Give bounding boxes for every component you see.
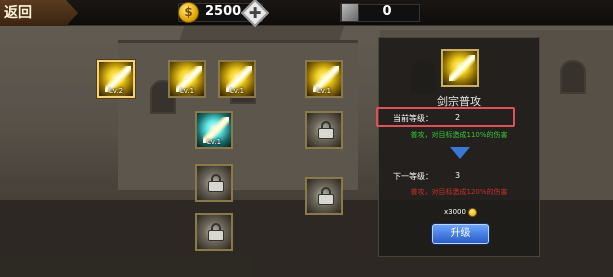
skill-slot-locked-4[interactable]: [195, 213, 233, 251]
skill-level: Lv.1: [179, 87, 195, 95]
next-level-label: 下一等级：: [393, 172, 433, 181]
upgrade-cost: x3000: [444, 208, 466, 216]
gem-amount: 0: [382, 4, 392, 19]
next-level-description: 普攻，对目标造成120%的伤害: [410, 188, 508, 196]
skill-level: Lv.1: [229, 87, 245, 95]
skill-slot-locked-3[interactable]: [305, 177, 343, 215]
lock-icon: [318, 187, 334, 205]
skill-slot-locked-2[interactable]: [195, 164, 233, 202]
next-level-value: 3: [455, 171, 461, 180]
down-arrow-icon: [450, 147, 470, 159]
lock-icon: [208, 223, 224, 241]
lock-icon: [318, 121, 334, 139]
back-button[interactable]: 返回: [0, 0, 78, 26]
current-level-description: 普攻，对目标造成110%的伤害: [410, 131, 508, 139]
gold-amount: 2500: [205, 4, 242, 19]
skill-slot-2[interactable]: Lv.1: [168, 60, 206, 98]
skill-slot-5[interactable]: Lv.1: [195, 111, 233, 149]
top-bar: [0, 0, 613, 26]
plus-icon: ✚: [248, 4, 262, 22]
skill-slot-4[interactable]: Lv.1: [305, 60, 343, 98]
lock-icon: [208, 174, 224, 192]
upgrade-button[interactable]: 升级: [432, 224, 489, 244]
skill-level: Lv.1: [316, 87, 332, 95]
selected-skill-icon: [441, 49, 479, 87]
skill-level: Lv.1: [206, 138, 222, 146]
coin-icon: [468, 208, 477, 217]
skill-slot-locked-1[interactable]: [305, 111, 343, 149]
current-level-highlight: [376, 107, 515, 127]
skill-slot-3[interactable]: Lv.1: [218, 60, 256, 98]
skill-level: Lv.2: [108, 87, 124, 95]
skill-slot-1[interactable]: Lv.2: [97, 60, 135, 98]
coin-icon: $: [178, 2, 199, 23]
